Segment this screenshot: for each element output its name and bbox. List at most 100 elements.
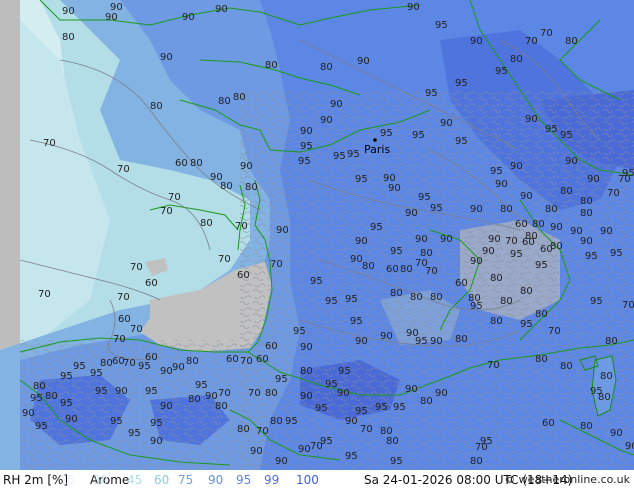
contour-label: 70 (113, 334, 126, 345)
contour-label: 80 (386, 436, 399, 447)
contour-label: 70 (425, 266, 438, 277)
contour-label: 90 (482, 246, 495, 257)
contour-label: 95 (73, 361, 86, 372)
contour-label: 95 (35, 421, 48, 432)
contour-label: 95 (325, 296, 338, 307)
contour-label: 80 (500, 204, 513, 215)
contour-label: 90 (160, 366, 173, 377)
contour-label: 90 (240, 161, 253, 172)
contour-label: 90 (625, 441, 634, 452)
contour-label: 95 (138, 361, 151, 372)
contour-label: 90 (115, 386, 128, 397)
contour-label: 90 (415, 234, 428, 245)
contour-label: 70 (218, 254, 231, 265)
contour-label: 95 (590, 296, 603, 307)
contour-label: 90 (160, 52, 173, 63)
contour-label: 70 (525, 36, 538, 47)
contour-label: 90 (440, 118, 453, 129)
contour-label: 80 (560, 186, 573, 197)
contour-label: 90 (435, 388, 448, 399)
contour-label: 80 (500, 296, 513, 307)
contour-label: 80 (455, 334, 468, 345)
contour-label: 95 (355, 174, 368, 185)
contour-label: 95 (430, 203, 443, 214)
contour-label: 95 (393, 402, 406, 413)
contour-label: 95 (150, 418, 163, 429)
contour-label: 95 (60, 398, 73, 409)
contour-label: 70 (43, 138, 56, 149)
contour-label: 90 (610, 428, 623, 439)
contour-label: 90 (388, 183, 401, 194)
contour-label: 95 (390, 246, 403, 257)
contour-label: 95 (480, 436, 493, 447)
contour-label: 80 (188, 394, 201, 405)
contour-label: 90 (525, 114, 538, 125)
contour-label: 60 (237, 270, 250, 281)
contour-label: 80 (580, 208, 593, 219)
contour-label: 70 (235, 221, 248, 232)
contour-label: 70 (160, 206, 173, 217)
contour-label: 80 (33, 381, 46, 392)
contour-label: 95 (30, 393, 43, 404)
contour-label: 60 (112, 356, 125, 367)
contour-label: 90 (520, 191, 533, 202)
contour-label: 80 (320, 62, 333, 73)
contour-label: 95 (333, 151, 346, 162)
contour-label: 80 (215, 401, 228, 412)
contour-label: 80 (390, 288, 403, 299)
legend-value: 95 (236, 473, 252, 487)
contour-label: 95 (535, 260, 548, 271)
contour-label: 95 (338, 366, 351, 377)
contour-label: 80 (190, 158, 203, 169)
contour-label: 80 (410, 292, 423, 303)
contour-label: 70 (622, 300, 634, 311)
legend-value: 60 (154, 473, 170, 487)
contour-label: 95 (298, 156, 311, 167)
contour-label: 80 (510, 54, 523, 65)
contour-label: 80 (580, 421, 593, 432)
contour-label: 80 (545, 204, 558, 215)
contour-label: 70 (360, 424, 373, 435)
contour-label: 95 (275, 374, 288, 385)
contour-label: 95 (300, 141, 313, 152)
contour-label: 95 (285, 416, 298, 427)
contour-label: 80 (150, 101, 163, 112)
contour-label: 80 (200, 218, 213, 229)
contour-label: 80 (535, 354, 548, 365)
contour-label: 95 (310, 276, 323, 287)
contour-label: 90 (250, 446, 263, 457)
contour-label: 80 (62, 32, 75, 43)
contour-label: 90 (22, 408, 35, 419)
contour-label: 95 (495, 66, 508, 77)
contour-label: 90 (440, 234, 453, 245)
contour-label: 70 (256, 426, 269, 437)
contour-label: 80 (270, 416, 283, 427)
contour-label: 95 (490, 166, 503, 177)
contour-label: 95 (470, 301, 483, 312)
contour-label: 60 (455, 278, 468, 289)
contour-label: 60 (386, 264, 399, 275)
contour-label: 80 (430, 292, 443, 303)
contour-label: 70 (548, 326, 561, 337)
contour-label: 90 (550, 222, 563, 233)
contour-label: 80 (532, 219, 545, 230)
contour-label: 90 (300, 391, 313, 402)
legend-value: 90 (208, 473, 224, 487)
contour-label: 95 (315, 403, 328, 414)
contour-label: 70 (218, 388, 231, 399)
contour-label: 95 (195, 380, 208, 391)
contour-label: 60 (522, 237, 535, 248)
contour-label: 70 (123, 358, 136, 369)
contour-label: 60 (145, 278, 158, 289)
contour-label: 90 (380, 331, 393, 342)
contour-label: 95 (370, 222, 383, 233)
contour-label: 60 (515, 219, 528, 230)
contour-label: 90 (300, 126, 313, 137)
contour-label: 95 (510, 249, 523, 260)
contour-label: 70 (130, 262, 143, 273)
rh-map: Paris 90 9090 909080908080 809080 8090909590… (0, 0, 634, 470)
contour-label: 80 (265, 60, 278, 71)
contour-label: 90 (337, 388, 350, 399)
contour-label: 80 (218, 96, 231, 107)
contour-label: 90 (355, 336, 368, 347)
